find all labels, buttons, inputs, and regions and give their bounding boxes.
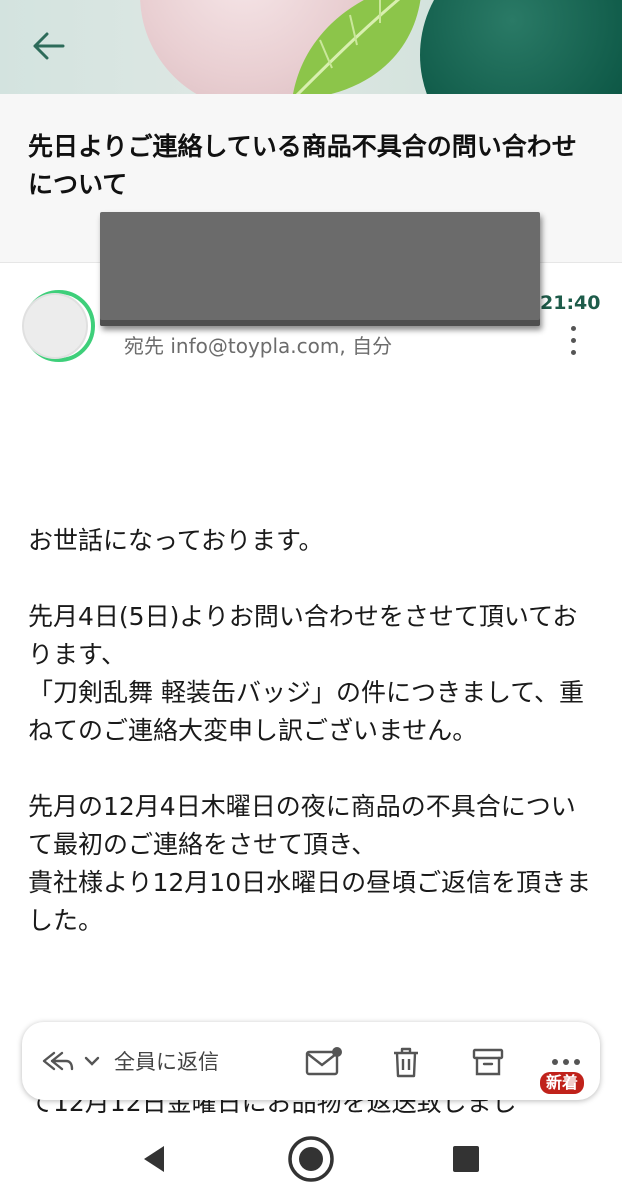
home-nav-icon[interactable]	[286, 1134, 336, 1184]
delete-button[interactable]	[386, 1042, 426, 1082]
reply-all-icon	[42, 1051, 74, 1071]
leaf-illustration	[293, 0, 421, 94]
more-options-button[interactable]	[561, 322, 585, 358]
more-vert-icon	[570, 325, 576, 331]
new-badge: 新着	[540, 1072, 585, 1094]
redaction-block	[100, 212, 540, 326]
archive-button[interactable]	[468, 1042, 508, 1082]
email-time: 21:40	[540, 292, 601, 314]
body-paragraph: お世話になっております。	[28, 526, 324, 555]
trash-icon	[394, 1047, 418, 1078]
avatar-icon	[22, 290, 95, 362]
reply-all-button[interactable]: 全員に返信	[40, 1040, 219, 1082]
back-button[interactable]	[26, 26, 70, 66]
banner-decoration-green-sphere	[420, 0, 622, 94]
body-paragraph: 先月4日(5日)よりお問い合わせをさせて頂いております、 「刀剣乱舞 軽装缶バッ…	[28, 602, 584, 745]
system-navbar	[0, 1118, 622, 1200]
back-nav-icon[interactable]	[140, 1144, 168, 1174]
email-body: お世話になっております。 先月4日(5日)よりお問い合わせをさせて頂いております…	[28, 522, 598, 940]
chevron-down-icon[interactable]	[82, 1051, 102, 1071]
more-horiz-icon	[552, 1059, 580, 1065]
recipients[interactable]: 宛先 info@toypla.com, 自分	[124, 330, 392, 359]
archive-icon	[472, 1048, 504, 1076]
body-paragraph: 先月の12月4日木曜日の夜に商品の不具合について最初のご連絡をさせて頂き、 貴社…	[28, 792, 592, 935]
action-toolbar: 全員に返信 新着	[22, 1022, 600, 1100]
email-subject: 先日よりご連絡している商品不具合の問い合わせについて	[28, 132, 577, 199]
avatar[interactable]	[22, 288, 98, 364]
mail-unread-icon	[305, 1047, 342, 1076]
recents-nav-icon[interactable]	[452, 1145, 480, 1173]
email-view: 先日よりご連絡している商品不具合の問い合わせについて 21:40 宛先 info…	[0, 0, 622, 1200]
reply-all-label: 全員に返信	[114, 1050, 219, 1074]
arrow-back-icon	[33, 32, 65, 60]
header-banner	[0, 0, 622, 94]
body-continuation: て12月12日金曜日にお品物を返送致しまし	[28, 1098, 517, 1117]
mark-unread-button[interactable]	[304, 1042, 344, 1082]
